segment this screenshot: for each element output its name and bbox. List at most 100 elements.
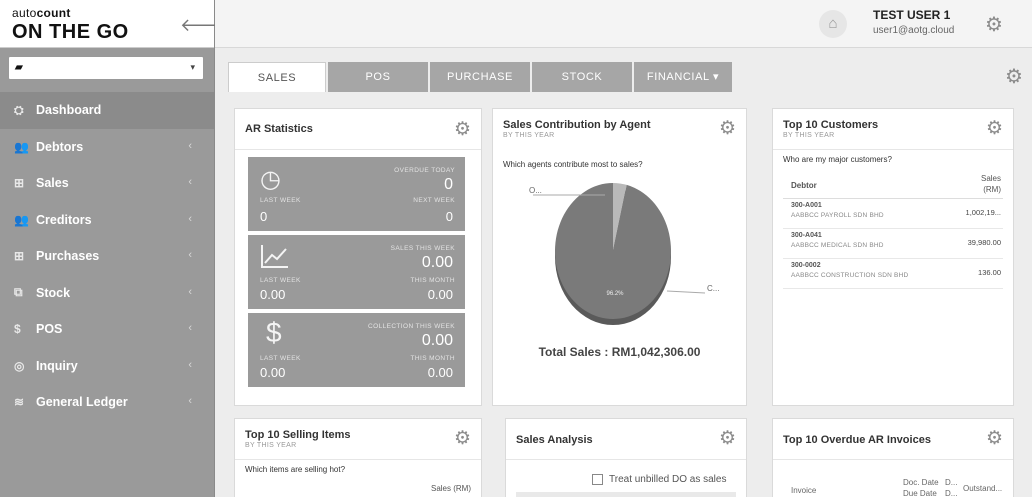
- col-d: D...: [945, 489, 958, 497]
- overdue-ar-widget: Top 10 Overdue AR Invoices ⚙ Invoice Doc…: [772, 418, 1014, 497]
- stat-value: 0: [445, 209, 453, 224]
- stat-label: OVERDUE TODAY: [394, 167, 455, 174]
- unbilled-do-checkbox[interactable]: Treat unbilled DO as sales: [592, 474, 726, 485]
- gear-icon[interactable]: ⚙: [986, 427, 1003, 450]
- cubes-icon: ⧉: [14, 285, 23, 300]
- customer-name: AABBCC MEDICAL SDN BHD: [791, 242, 884, 249]
- tab-pos[interactable]: POS: [328, 62, 428, 92]
- sidebar-item-general-ledger[interactable]: ≋ General Ledger ‹: [0, 384, 214, 421]
- sales-by-agent-widget: Sales Contribution by Agent BY THIS YEAR…: [492, 108, 747, 406]
- top-items-widget: Top 10 Selling Items BY THIS YEAR ⚙ Whic…: [234, 418, 482, 497]
- tab-financial[interactable]: FINANCIAL ▾: [634, 62, 732, 92]
- top-header: ⌂ TEST USER 1 user1@aotg.cloud ⚙: [215, 0, 1032, 48]
- user-email: user1@aotg.cloud: [873, 25, 955, 36]
- cart-icon: ⊞: [14, 249, 25, 264]
- gear-icon[interactable]: ⚙: [454, 118, 471, 141]
- cart-icon: ⊞: [14, 176, 25, 191]
- line-chart-icon: [260, 243, 290, 276]
- chevron-left-icon: ‹: [188, 249, 192, 261]
- sidebar-item-debtors[interactable]: 👥 Debtors ‹: [0, 129, 214, 166]
- stat-label: LAST WEEK: [260, 197, 301, 204]
- widget-question: Which items are selling hot?: [245, 465, 346, 474]
- sales-tile[interactable]: SALES THIS WEEK 0.00 LAST WEEK THIS MONT…: [248, 235, 465, 309]
- clock-icon: ◷: [260, 166, 281, 193]
- gear-icon[interactable]: ⚙: [985, 12, 1003, 37]
- gear-icon[interactable]: ⚙: [454, 427, 471, 450]
- widget-title: Sales Contribution by Agent: [503, 119, 651, 131]
- sidebar-item-label: Inquiry: [36, 358, 78, 373]
- sidebar-item-sales[interactable]: ⊞ Sales ‹: [0, 165, 214, 202]
- stat-value: 0.00: [260, 287, 286, 302]
- stat-label: THIS MONTH: [410, 277, 455, 284]
- gear-icon[interactable]: ⚙: [1005, 64, 1023, 89]
- col-outstanding: Outstand...: [963, 484, 1003, 493]
- checkbox[interactable]: [592, 474, 603, 485]
- chevron-left-icon: ‹: [188, 176, 192, 188]
- stat-value: 0.00: [421, 332, 453, 349]
- gear-icon[interactable]: ⚙: [719, 427, 736, 450]
- pie-label: O...: [529, 186, 542, 195]
- tab-purchase[interactable]: PURCHASE: [430, 62, 530, 92]
- stat-label: NEXT WEEK: [413, 197, 455, 204]
- widget-question: Who are my major customers?: [783, 155, 892, 164]
- gear-icon[interactable]: ⚙: [986, 117, 1003, 140]
- stat-label: LAST WEEK: [260, 355, 301, 362]
- col-d: D...: [945, 478, 958, 487]
- sidebar-item-label: Dashboard: [36, 103, 102, 118]
- sidebar-item-creditors[interactable]: 👥 Creditors ‹: [0, 202, 214, 239]
- widget-title: Sales Analysis: [516, 434, 593, 446]
- chevron-left-icon: ‹: [188, 322, 192, 334]
- table-row[interactable]: 300-A041 AABBCC MEDICAL SDN BHD 39,980.00: [783, 229, 1003, 259]
- checkbox-label: Treat unbilled DO as sales: [609, 474, 727, 485]
- col-due-date: Due Date: [903, 489, 937, 497]
- widget-subtitle: BY THIS YEAR: [503, 132, 555, 139]
- stat-value: 0: [444, 176, 453, 193]
- chevron-left-icon: ‹: [188, 139, 192, 152]
- ar-statistics-widget: AR Statistics ⚙ ◷ OVERDUE TODAY 0 LAST W…: [234, 108, 482, 406]
- tab-stock[interactable]: STOCK: [532, 62, 632, 92]
- total-sales: Total Sales : RM1,042,306.00: [538, 345, 701, 359]
- pie-leader-line: [666, 290, 706, 294]
- sidebar-item-label: Creditors: [36, 212, 92, 227]
- tab-sales[interactable]: SALES: [228, 62, 326, 92]
- widget-title: AR Statistics: [245, 123, 313, 135]
- chart-placeholder: [516, 492, 736, 497]
- sidebar-item-dashboard[interactable]: ⛭ Dashboard: [0, 92, 214, 129]
- sidebar-item-label: Stock: [36, 285, 71, 300]
- agent-pie-chart: O... C... 96.2%: [529, 183, 719, 325]
- col-sales: Sales (RM): [430, 484, 471, 493]
- table-row[interactable]: 300-0002 AABBCC CONSTRUCTION SDN BHD 136.0…: [783, 259, 1003, 289]
- sidebar-item-pos[interactable]: $ POS ‹: [0, 311, 214, 348]
- customer-sales: 39,980.00: [967, 238, 1001, 247]
- col-invoice: Invoice: [791, 486, 817, 495]
- dollar-icon: $: [14, 322, 21, 337]
- widget-title: Top 10 Customers: [783, 119, 879, 131]
- brand-logo-main: ON THE GO: [12, 21, 129, 43]
- sidebar-item-inquiry[interactable]: ◎ Inquiry ‹: [0, 348, 214, 385]
- home-icon[interactable]: ⌂: [819, 10, 847, 38]
- top-customers-widget: Top 10 Customers BY THIS YEAR ⚙ Who are …: [772, 108, 1014, 406]
- overdue-tile[interactable]: ◷ OVERDUE TODAY 0 LAST WEEK NEXT WEEK 0 …: [248, 157, 465, 231]
- sidebar-item-purchases[interactable]: ⊞ Purchases ‹: [0, 238, 214, 275]
- dollar-icon: $: [266, 317, 282, 348]
- customer-name: AABBCC CONSTRUCTION SDN BHD: [791, 272, 909, 279]
- brand-header: autocount ON THE GO 🡐: [0, 0, 228, 48]
- brand-logo-small: autocount: [12, 6, 71, 20]
- chevron-down-icon: ▾: [190, 62, 195, 72]
- company-select[interactable]: ▰ ▾: [8, 56, 204, 80]
- widget-question: Which agents contribute most to sales?: [503, 160, 643, 169]
- table-row[interactable]: 300-A001 AABBCC PAYROLL SDN BHD 1,002,19..…: [783, 199, 1003, 229]
- users-icon: 👥: [14, 139, 29, 154]
- arrow-left-icon[interactable]: 🡐: [180, 14, 228, 36]
- divider: [773, 149, 1013, 150]
- customers-table: Debtor Sales (RM) 300-A001 AABBCC PAYROLL …: [783, 169, 1003, 289]
- sales-analysis-widget: Sales Analysis ⚙ Treat unbilled DO as sa…: [505, 418, 747, 497]
- customer-code: 300-A041: [791, 232, 822, 239]
- sidebar-item-label: General Ledger: [36, 395, 128, 410]
- gear-icon[interactable]: ⚙: [719, 117, 736, 140]
- dashboard-icon: ⛭: [14, 102, 24, 117]
- divider: [235, 459, 481, 460]
- sidebar-item-stock[interactable]: ⧉ Stock ‹: [0, 275, 214, 312]
- widget-title: Top 10 Selling Items: [245, 429, 351, 441]
- collection-tile[interactable]: $ COLLECTION THIS WEEK 0.00 LAST WEEK TH…: [248, 313, 465, 387]
